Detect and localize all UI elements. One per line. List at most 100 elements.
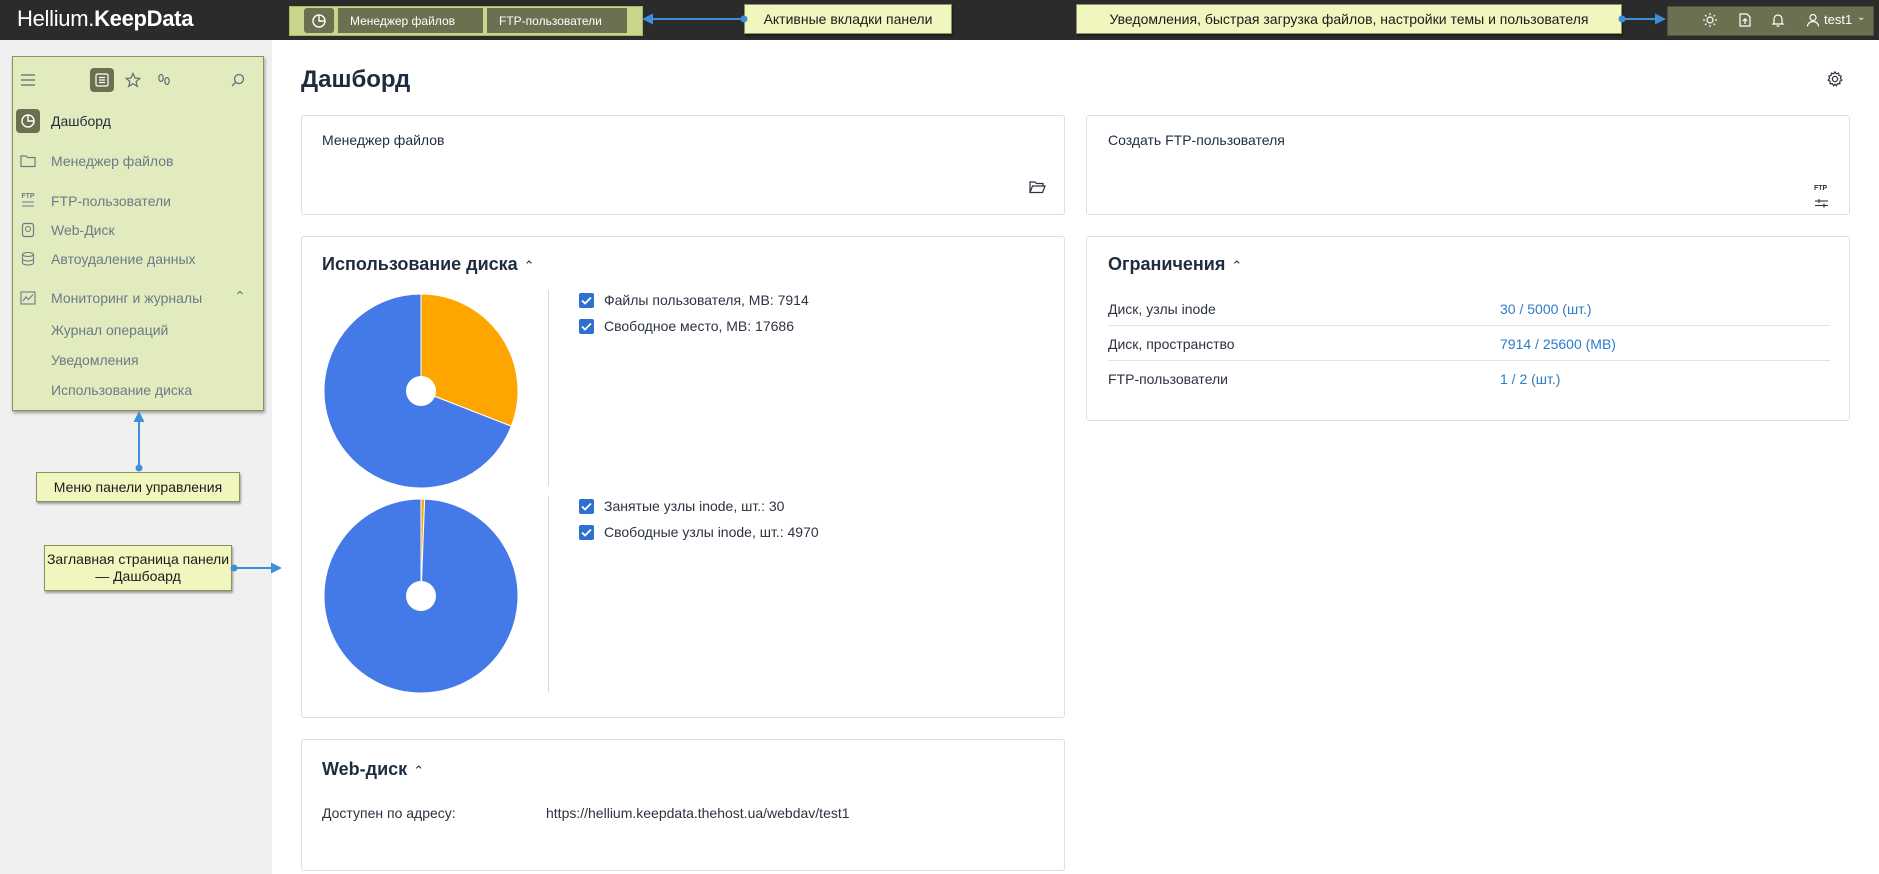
quick-card-title: Менеджер файлов — [322, 132, 445, 148]
chevron-up-icon[interactable]: ⌃ — [413, 763, 424, 778]
ftp-icon-label: FTP — [21, 192, 35, 200]
notifications-button[interactable] — [1769, 11, 1787, 29]
checkbox-checked-icon[interactable] — [579, 524, 594, 540]
legend-used-inodes[interactable]: Занятые узлы inode, шт.: 30 — [579, 498, 784, 514]
quick-card-file-manager[interactable] — [301, 115, 1065, 215]
callout-arrow-tabs — [642, 13, 748, 25]
quick-card-create-ftp-user[interactable] — [1086, 115, 1850, 215]
web-disk-icon — [16, 218, 40, 242]
web-disk-title[interactable]: Web-диск ⌃ — [322, 759, 424, 780]
tab-ftp-users[interactable]: FTP-пользователи — [487, 8, 627, 33]
ftp-icon-label: FTP — [1814, 185, 1828, 192]
legend-free-inodes[interactable]: Свободные узлы inode, шт.: 4970 — [579, 524, 819, 540]
disk-usage-title[interactable]: Использование диска ⌃ — [322, 254, 535, 275]
tab-label: FTP-пользователи — [499, 13, 602, 28]
user-menu-button[interactable] — [1804, 11, 1822, 29]
legend-label: Свободное место, MB: 17686 — [604, 318, 794, 334]
bell-icon — [1771, 14, 1785, 27]
dashboard-icon — [312, 13, 326, 28]
web-disk-url[interactable]: https://hellium.keepdata.thehost.ua/webd… — [546, 805, 850, 821]
callout-active-tabs: Активные вкладки панели — [744, 4, 952, 34]
callout-dashboard-home: Заглавная страница панели — Дашбоард — [44, 545, 232, 591]
favorites-tab[interactable] — [121, 68, 145, 92]
checkbox-checked-icon[interactable] — [579, 292, 594, 308]
chart-divider — [548, 496, 549, 692]
sidebar-subitem-notifications[interactable]: Уведомления — [51, 352, 139, 368]
sidebar-subitem-operations-log[interactable]: Журнал операций — [51, 322, 168, 338]
upload-icon — [1739, 13, 1751, 27]
recent-tab[interactable] — [152, 68, 176, 92]
sidebar-item-auto-delete[interactable]: Автоудаление данных — [16, 246, 196, 272]
sidebar-item-web-disk[interactable]: Web-Диск — [16, 217, 115, 243]
legend-free-space[interactable]: Свободное место, MB: 17686 — [579, 318, 794, 334]
footprints-icon — [158, 73, 170, 86]
monitoring-icon — [16, 286, 40, 310]
sun-icon — [1703, 13, 1717, 27]
quick-card-title: Создать FTP-пользователя — [1108, 132, 1285, 148]
legend-label: Файлы пользователя, MB: 7914 — [604, 292, 809, 308]
upload-file-button[interactable] — [1736, 11, 1754, 29]
card-title-text: Использование диска — [322, 254, 518, 274]
chevron-up-icon[interactable]: ⌃ — [1231, 258, 1242, 273]
ftp-settings-icon: FTP — [1814, 177, 1829, 213]
legend-user-files[interactable]: Файлы пользователя, MB: 7914 — [579, 292, 809, 308]
brand-logo[interactable]: Hellium.KeepData — [17, 6, 193, 32]
list-icon — [95, 73, 109, 87]
limit-label-inodes: Диск, узлы inode — [1108, 301, 1216, 317]
folder-open-icon — [1029, 181, 1046, 194]
page-title: Дашборд — [301, 66, 411, 93]
star-icon — [125, 72, 141, 88]
callout-text: Меню панели управления — [53, 478, 223, 495]
limit-label-space: Диск, пространство — [1108, 336, 1235, 352]
callout-control-menu: Меню панели управления — [36, 472, 240, 502]
sidebar-item-label: Менеджер файлов — [51, 153, 174, 169]
sidebar-subitem-disk-usage[interactable]: Использование диска — [51, 382, 192, 398]
gear-icon[interactable] — [1826, 70, 1844, 88]
ftp-icon: FTP — [16, 189, 40, 213]
brand-name-part: Hellium. — [17, 6, 95, 31]
limit-value-space: 7914 / 25600 (MB) — [1500, 336, 1616, 352]
chevron-down-icon[interactable]: ⌄ — [1857, 12, 1865, 23]
sidebar-item-label: Web-Диск — [51, 222, 115, 238]
sidebar-item-label: Мониторинг и журналы — [51, 290, 203, 306]
callout-arrow-home — [230, 562, 282, 574]
chevron-up-icon[interactable]: ⌃ — [524, 258, 535, 273]
pie-center-hole — [406, 581, 436, 611]
user-name[interactable]: test1 — [1824, 12, 1852, 27]
user-icon — [1806, 13, 1820, 27]
pie-center-hole — [406, 376, 436, 406]
sidebar-item-dashboard[interactable]: Дашборд — [16, 108, 111, 134]
sidebar-item-file-manager[interactable]: Менеджер файлов — [16, 148, 174, 174]
card-title-text: Ограничения — [1108, 254, 1226, 274]
callout-text: Заглавная страница панели — Дашбоард — [46, 551, 230, 584]
callout-text: Уведомления, быстрая загрузка файлов, на… — [1109, 10, 1589, 27]
limit-row-divider — [1108, 360, 1830, 361]
theme-toggle-button[interactable] — [1701, 11, 1719, 29]
sidebar-item-monitoring[interactable]: Мониторинг и журналы — [16, 285, 202, 311]
tab-file-manager[interactable]: Менеджер файлов — [338, 8, 483, 33]
limit-label-ftp-users: FTP-пользователи — [1108, 371, 1228, 387]
sidebar-item-label: Дашборд — [51, 113, 111, 129]
callout-arrow-menu — [133, 411, 145, 472]
limit-value-ftp-users: 1 / 2 (шт.) — [1500, 371, 1561, 387]
checkbox-checked-icon[interactable] — [579, 498, 594, 514]
web-disk-address-label: Доступен по адресу: — [322, 805, 456, 821]
menu-search-button[interactable] — [226, 68, 250, 92]
chevron-up-icon[interactable]: ⌃ — [234, 288, 246, 305]
menu-list-tab[interactable] — [90, 68, 114, 92]
dashboard-icon — [16, 109, 40, 133]
folder-icon — [16, 149, 40, 173]
pie-chart-disk-space — [323, 293, 519, 489]
callout-header-tools: Уведомления, быстрая загрузка файлов, на… — [1076, 4, 1622, 34]
chart-divider — [548, 290, 549, 486]
hamburger-button[interactable] — [16, 68, 40, 92]
callout-text: Активные вкладки панели — [763, 10, 933, 27]
card-title-text: Web-диск — [322, 759, 408, 779]
checkbox-checked-icon[interactable] — [579, 318, 594, 334]
hamburger-icon — [21, 74, 35, 86]
sidebar-item-ftp-users[interactable]: FTP FTP-пользователи — [16, 188, 171, 214]
auto-delete-icon — [16, 247, 40, 271]
tab-dashboard[interactable] — [304, 8, 334, 33]
legend-label: Занятые узлы inode, шт.: 30 — [604, 498, 785, 514]
limits-title[interactable]: Ограничения ⌃ — [1108, 254, 1242, 275]
